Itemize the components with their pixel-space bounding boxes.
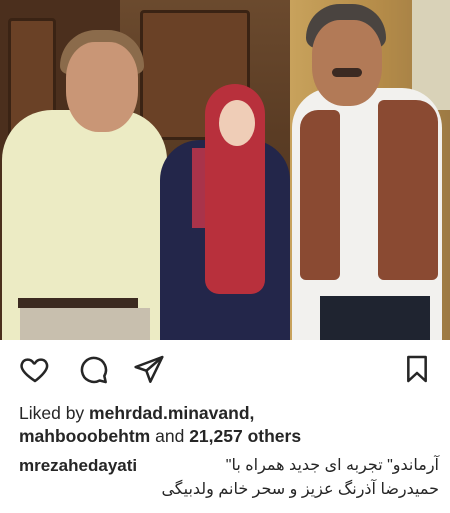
person-right-mustache (332, 68, 362, 77)
post-photo[interactable] (0, 0, 450, 340)
bookmark-icon (407, 355, 427, 383)
save-button[interactable] (400, 352, 434, 386)
person-right-face (312, 20, 382, 106)
person-left-pants (20, 308, 150, 340)
person-center-face (219, 100, 255, 146)
action-bar (0, 340, 450, 402)
person-left-face (66, 42, 138, 132)
comment-bubble-icon (80, 356, 108, 384)
caption-username[interactable]: mrezahedayati (19, 454, 137, 478)
liker-username[interactable]: mehrdad.minavand, (89, 403, 254, 423)
and-label: and (150, 426, 190, 446)
person-left-belt (18, 298, 138, 308)
liked-by-label: Liked by (19, 403, 90, 423)
paper-plane-icon (134, 355, 164, 383)
likes-summary: Liked by mehrdad.minavand, mahbooobehtm … (19, 402, 439, 448)
person-right-vest (300, 110, 340, 280)
person-right-pants (320, 296, 430, 340)
caption-text-line-2: حمیدرضا آذرنگ عزیز و سحر خانم ولدبیگی (161, 481, 439, 498)
caption-text-line-1: آرماندو" تجربه ای جدید همراه با" (225, 457, 439, 474)
comment-button[interactable] (76, 352, 110, 386)
like-button[interactable] (18, 352, 52, 386)
person-right-vest (378, 100, 438, 280)
liker-username[interactable]: mahbooobehtm (19, 426, 150, 446)
others-count[interactable]: 21,257 others (189, 426, 301, 446)
share-button[interactable] (132, 352, 166, 386)
heart-outline-icon (20, 358, 49, 383)
